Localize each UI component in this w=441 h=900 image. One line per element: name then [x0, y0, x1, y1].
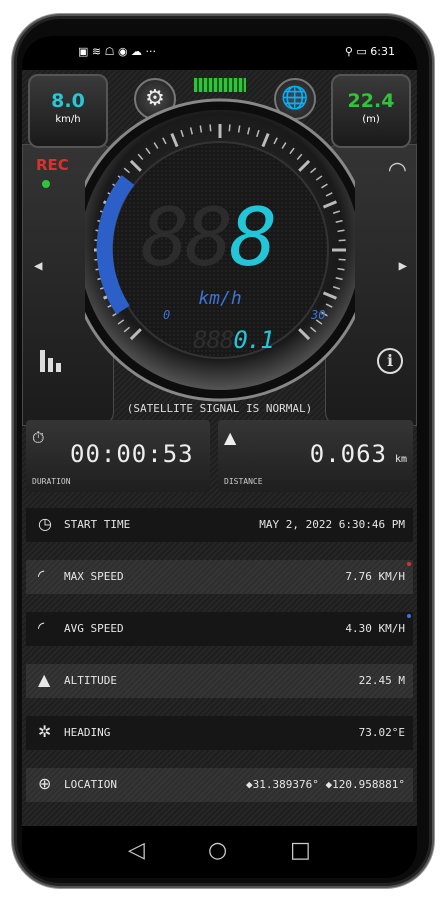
row-label: ALTITUDE — [64, 674, 117, 687]
row-label: START TIME — [64, 518, 131, 531]
row-max-speed: ◜ MAX SPEED 7.76 KM/H — [26, 560, 413, 594]
row-altitude: ▲ ALTITUDE 22.45 M — [26, 664, 413, 698]
status-icons: ▣ ≋ ☖ ◉ ☁ ··· — [78, 45, 157, 58]
max-speed-marker — [407, 562, 411, 566]
row-label: HEADING — [64, 726, 111, 739]
duration-value: 00:00:53 — [70, 440, 194, 468]
status-right: ⚲ ▭ 6:31 — [345, 45, 395, 58]
distance-label: DISTANCE — [224, 477, 263, 486]
road-icon: ▲ — [224, 428, 237, 447]
odo-ghost-digits: 888 — [193, 326, 234, 354]
distance-unit: km — [394, 454, 407, 465]
avg-speed-marker — [407, 614, 411, 618]
gauge-unit: km/h — [198, 288, 242, 309]
speedometer-gauge: 888 km/h 0 30 8880.1 — [68, 98, 372, 428]
info-icon[interactable]: i — [377, 348, 403, 374]
row-value: 7.76 KM/H — [345, 570, 405, 583]
left-arrow-button[interactable]: ◀ — [34, 258, 42, 274]
gauge-tick — [338, 239, 346, 242]
duration-label: DURATION — [32, 477, 71, 486]
speedometer-icon: ◜ — [38, 566, 45, 585]
row-value: 22.45 M — [358, 674, 405, 687]
rec-indicator[interactable]: REC — [36, 156, 69, 188]
location-battery-icons: ⚲ ▭ — [344, 45, 367, 58]
gauge-max: 30 — [311, 308, 326, 322]
globe-icon: ⊕ — [38, 774, 52, 793]
odo-value: 0.1 — [233, 326, 274, 354]
gauge-min: 0 — [163, 308, 171, 322]
gauge-tick — [228, 124, 231, 132]
clock-icon: ◷ — [38, 514, 52, 533]
distance-value: 0.063 — [309, 440, 387, 468]
row-avg-speed: ◜ AVG SPEED 4.30 KM/H — [26, 612, 413, 646]
rec-status-dot — [42, 180, 50, 188]
duration-card: ⏱ 00:00:53 DURATION — [26, 420, 210, 492]
speedometer-mode-icon[interactable]: ◠ — [388, 158, 407, 183]
row-heading: ✲ HEADING 73.02°E — [26, 716, 413, 750]
status-bar: ▣ ≋ ☖ ◉ ☁ ··· ⚲ ▭ 6:31 — [22, 36, 417, 70]
speed-ghost-digits: 88 — [141, 191, 233, 284]
clock-time: 6:31 — [370, 45, 395, 58]
android-nav-bar: ◁ ○ □ — [22, 826, 417, 878]
row-value: ◆31.389376° ◆120.958881° — [246, 778, 405, 791]
row-start-time: ◷ START TIME MAY 2, 2022 6:30:46 PM — [26, 508, 413, 542]
row-label: MAX SPEED — [64, 570, 124, 583]
home-icon[interactable]: ○ — [208, 838, 227, 863]
distance-card: ▲ 0.063 km DISTANCE — [218, 420, 413, 492]
gps-signal-bar — [194, 78, 246, 92]
rec-label: REC — [36, 156, 69, 174]
compass-icon: ✲ — [38, 722, 52, 741]
speed-digit: 8 — [229, 191, 277, 284]
row-value: MAY 2, 2022 6:30:46 PM — [259, 518, 405, 531]
mountain-icon: ▲ — [38, 670, 51, 689]
recents-icon[interactable]: □ — [290, 838, 311, 863]
row-label: LOCATION — [64, 778, 117, 791]
app-screen: ▣ ≋ ☖ ◉ ☁ ··· ⚲ ▭ 6:31 8.0 km/h 22.4 (m)… — [22, 36, 417, 878]
row-value: 73.02°E — [358, 726, 405, 739]
chart-bars-icon[interactable] — [40, 348, 64, 372]
row-label: AVG SPEED — [64, 622, 124, 635]
gauge-tick — [338, 258, 346, 261]
right-arrow-button[interactable]: ▶ — [399, 258, 407, 274]
trip-odometer: 8880.1 — [193, 326, 275, 354]
row-value: 4.30 KM/H — [345, 622, 405, 635]
stopwatch-icon: ⏱ — [32, 428, 45, 447]
back-icon[interactable]: ◁ — [128, 838, 145, 863]
row-location: ⊕ LOCATION ◆31.389376° ◆120.958881° — [26, 768, 413, 802]
speed-digits: 888 — [141, 198, 278, 278]
speedometer-icon: ◜ — [38, 618, 45, 637]
gauge-tick — [209, 124, 212, 132]
satellite-status: (SATELLITE SIGNAL IS NORMAL) — [126, 402, 313, 415]
